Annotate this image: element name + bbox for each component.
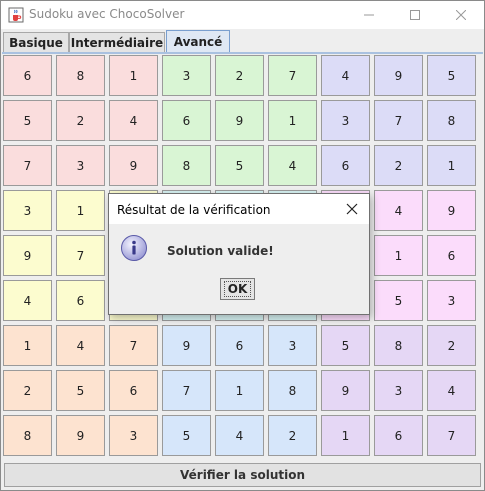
sudoku-cell[interactable]: 5 — [321, 325, 370, 366]
sudoku-cell[interactable]: 6 — [56, 280, 105, 321]
sudoku-cell[interactable]: 1 — [374, 235, 423, 276]
tab-avance[interactable]: Avancé — [166, 30, 230, 53]
sudoku-cell[interactable]: 1 — [56, 190, 105, 231]
close-icon — [456, 10, 466, 20]
close-icon — [346, 203, 358, 215]
sudoku-cell[interactable]: 4 — [3, 280, 52, 321]
sudoku-cell[interactable]: 7 — [268, 55, 317, 96]
sudoku-cell[interactable]: 3 — [56, 145, 105, 186]
sudoku-cell[interactable]: 9 — [162, 325, 211, 366]
sudoku-cell[interactable]: 4 — [215, 415, 264, 456]
sudoku-cell[interactable]: 5 — [374, 280, 423, 321]
sudoku-cell[interactable]: 2 — [56, 100, 105, 141]
window-title: Sudoku avec ChocoSolver — [29, 7, 185, 21]
dialog-title-bar[interactable]: Résultat de la vérification — [109, 194, 369, 224]
tab-label: Basique — [9, 36, 63, 50]
sudoku-cell[interactable]: 9 — [321, 370, 370, 411]
sudoku-cell[interactable]: 1 — [321, 415, 370, 456]
close-window-button[interactable] — [438, 1, 484, 29]
sudoku-cell[interactable]: 5 — [215, 145, 264, 186]
verify-solution-button[interactable]: Vérifier la solution — [4, 463, 481, 487]
ok-button[interactable]: OK — [220, 278, 255, 300]
maximize-icon — [410, 10, 420, 20]
sudoku-cell[interactable]: 3 — [427, 280, 476, 321]
sudoku-cell[interactable]: 3 — [162, 55, 211, 96]
sudoku-cell[interactable]: 9 — [56, 415, 105, 456]
sudoku-cell[interactable]: 6 — [215, 325, 264, 366]
info-icon — [120, 234, 148, 262]
sudoku-cell[interactable]: 3 — [3, 190, 52, 231]
verification-dialog: Résultat de la vérification Solution val… — [108, 193, 370, 315]
sudoku-cell[interactable]: 2 — [268, 415, 317, 456]
sudoku-cell[interactable]: 1 — [3, 325, 52, 366]
sudoku-cell[interactable]: 9 — [3, 235, 52, 276]
java-coffee-cup-icon — [8, 7, 24, 23]
sudoku-cell[interactable]: 5 — [3, 100, 52, 141]
sudoku-cell[interactable]: 8 — [374, 325, 423, 366]
sudoku-cell[interactable]: 7 — [374, 100, 423, 141]
tab-label: Intermédiaire — [70, 36, 164, 50]
sudoku-cell[interactable]: 7 — [109, 325, 158, 366]
sudoku-cell[interactable]: 1 — [215, 370, 264, 411]
sudoku-cell[interactable]: 1 — [109, 55, 158, 96]
tab-strip: Basique Intermédiaire Avancé — [1, 29, 484, 53]
sudoku-cell[interactable]: 1 — [268, 100, 317, 141]
dialog-message: Solution valide! — [167, 244, 274, 258]
sudoku-cell[interactable]: 3 — [268, 325, 317, 366]
sudoku-cell[interactable]: 4 — [268, 145, 317, 186]
sudoku-cell[interactable]: 3 — [374, 370, 423, 411]
sudoku-cell[interactable]: 6 — [162, 100, 211, 141]
dialog-close-button[interactable] — [341, 200, 363, 218]
sudoku-cell[interactable]: 2 — [374, 145, 423, 186]
sudoku-cell[interactable]: 4 — [109, 100, 158, 141]
sudoku-cell[interactable]: 6 — [3, 55, 52, 96]
sudoku-cell[interactable]: 4 — [374, 190, 423, 231]
tab-underline — [2, 52, 483, 54]
sudoku-cell[interactable]: 1 — [427, 145, 476, 186]
sudoku-cell[interactable]: 9 — [215, 100, 264, 141]
tab-intermediaire[interactable]: Intermédiaire — [69, 32, 165, 53]
sudoku-cell[interactable]: 4 — [321, 55, 370, 96]
verify-button-label: Vérifier la solution — [180, 468, 305, 482]
sudoku-cell[interactable]: 3 — [321, 100, 370, 141]
tab-label: Avancé — [173, 35, 223, 49]
sudoku-cell[interactable]: 9 — [109, 145, 158, 186]
sudoku-cell[interactable]: 6 — [374, 415, 423, 456]
sudoku-cell[interactable]: 2 — [427, 325, 476, 366]
sudoku-cell[interactable]: 8 — [427, 100, 476, 141]
sudoku-cell[interactable]: 7 — [427, 415, 476, 456]
sudoku-cell[interactable]: 8 — [268, 370, 317, 411]
ok-button-label: OK — [223, 281, 252, 297]
sudoku-cell[interactable]: 8 — [162, 145, 211, 186]
tab-basique[interactable]: Basique — [3, 32, 69, 53]
sudoku-cell[interactable]: 4 — [56, 325, 105, 366]
sudoku-cell[interactable]: 6 — [427, 235, 476, 276]
sudoku-cell[interactable]: 8 — [3, 415, 52, 456]
dialog-title: Résultat de la vérification — [117, 203, 271, 217]
sudoku-cell[interactable]: 5 — [162, 415, 211, 456]
sudoku-cell[interactable]: 4 — [427, 370, 476, 411]
sudoku-cell[interactable]: 6 — [321, 145, 370, 186]
maximize-button[interactable] — [392, 1, 438, 29]
sudoku-cell[interactable]: 2 — [215, 55, 264, 96]
sudoku-cell[interactable]: 7 — [162, 370, 211, 411]
title-bar[interactable]: Sudoku avec ChocoSolver — [1, 1, 484, 29]
sudoku-cell[interactable]: 5 — [56, 370, 105, 411]
sudoku-cell[interactable]: 5 — [427, 55, 476, 96]
minimize-icon — [364, 14, 374, 16]
sudoku-cell[interactable]: 6 — [109, 370, 158, 411]
sudoku-cell[interactable]: 9 — [427, 190, 476, 231]
sudoku-cell[interactable]: 8 — [56, 55, 105, 96]
sudoku-cell[interactable]: 9 — [374, 55, 423, 96]
minimize-button[interactable] — [346, 1, 392, 29]
sudoku-cell[interactable]: 7 — [3, 145, 52, 186]
sudoku-cell[interactable]: 2 — [3, 370, 52, 411]
sudoku-cell[interactable]: 7 — [56, 235, 105, 276]
sudoku-cell[interactable]: 3 — [109, 415, 158, 456]
